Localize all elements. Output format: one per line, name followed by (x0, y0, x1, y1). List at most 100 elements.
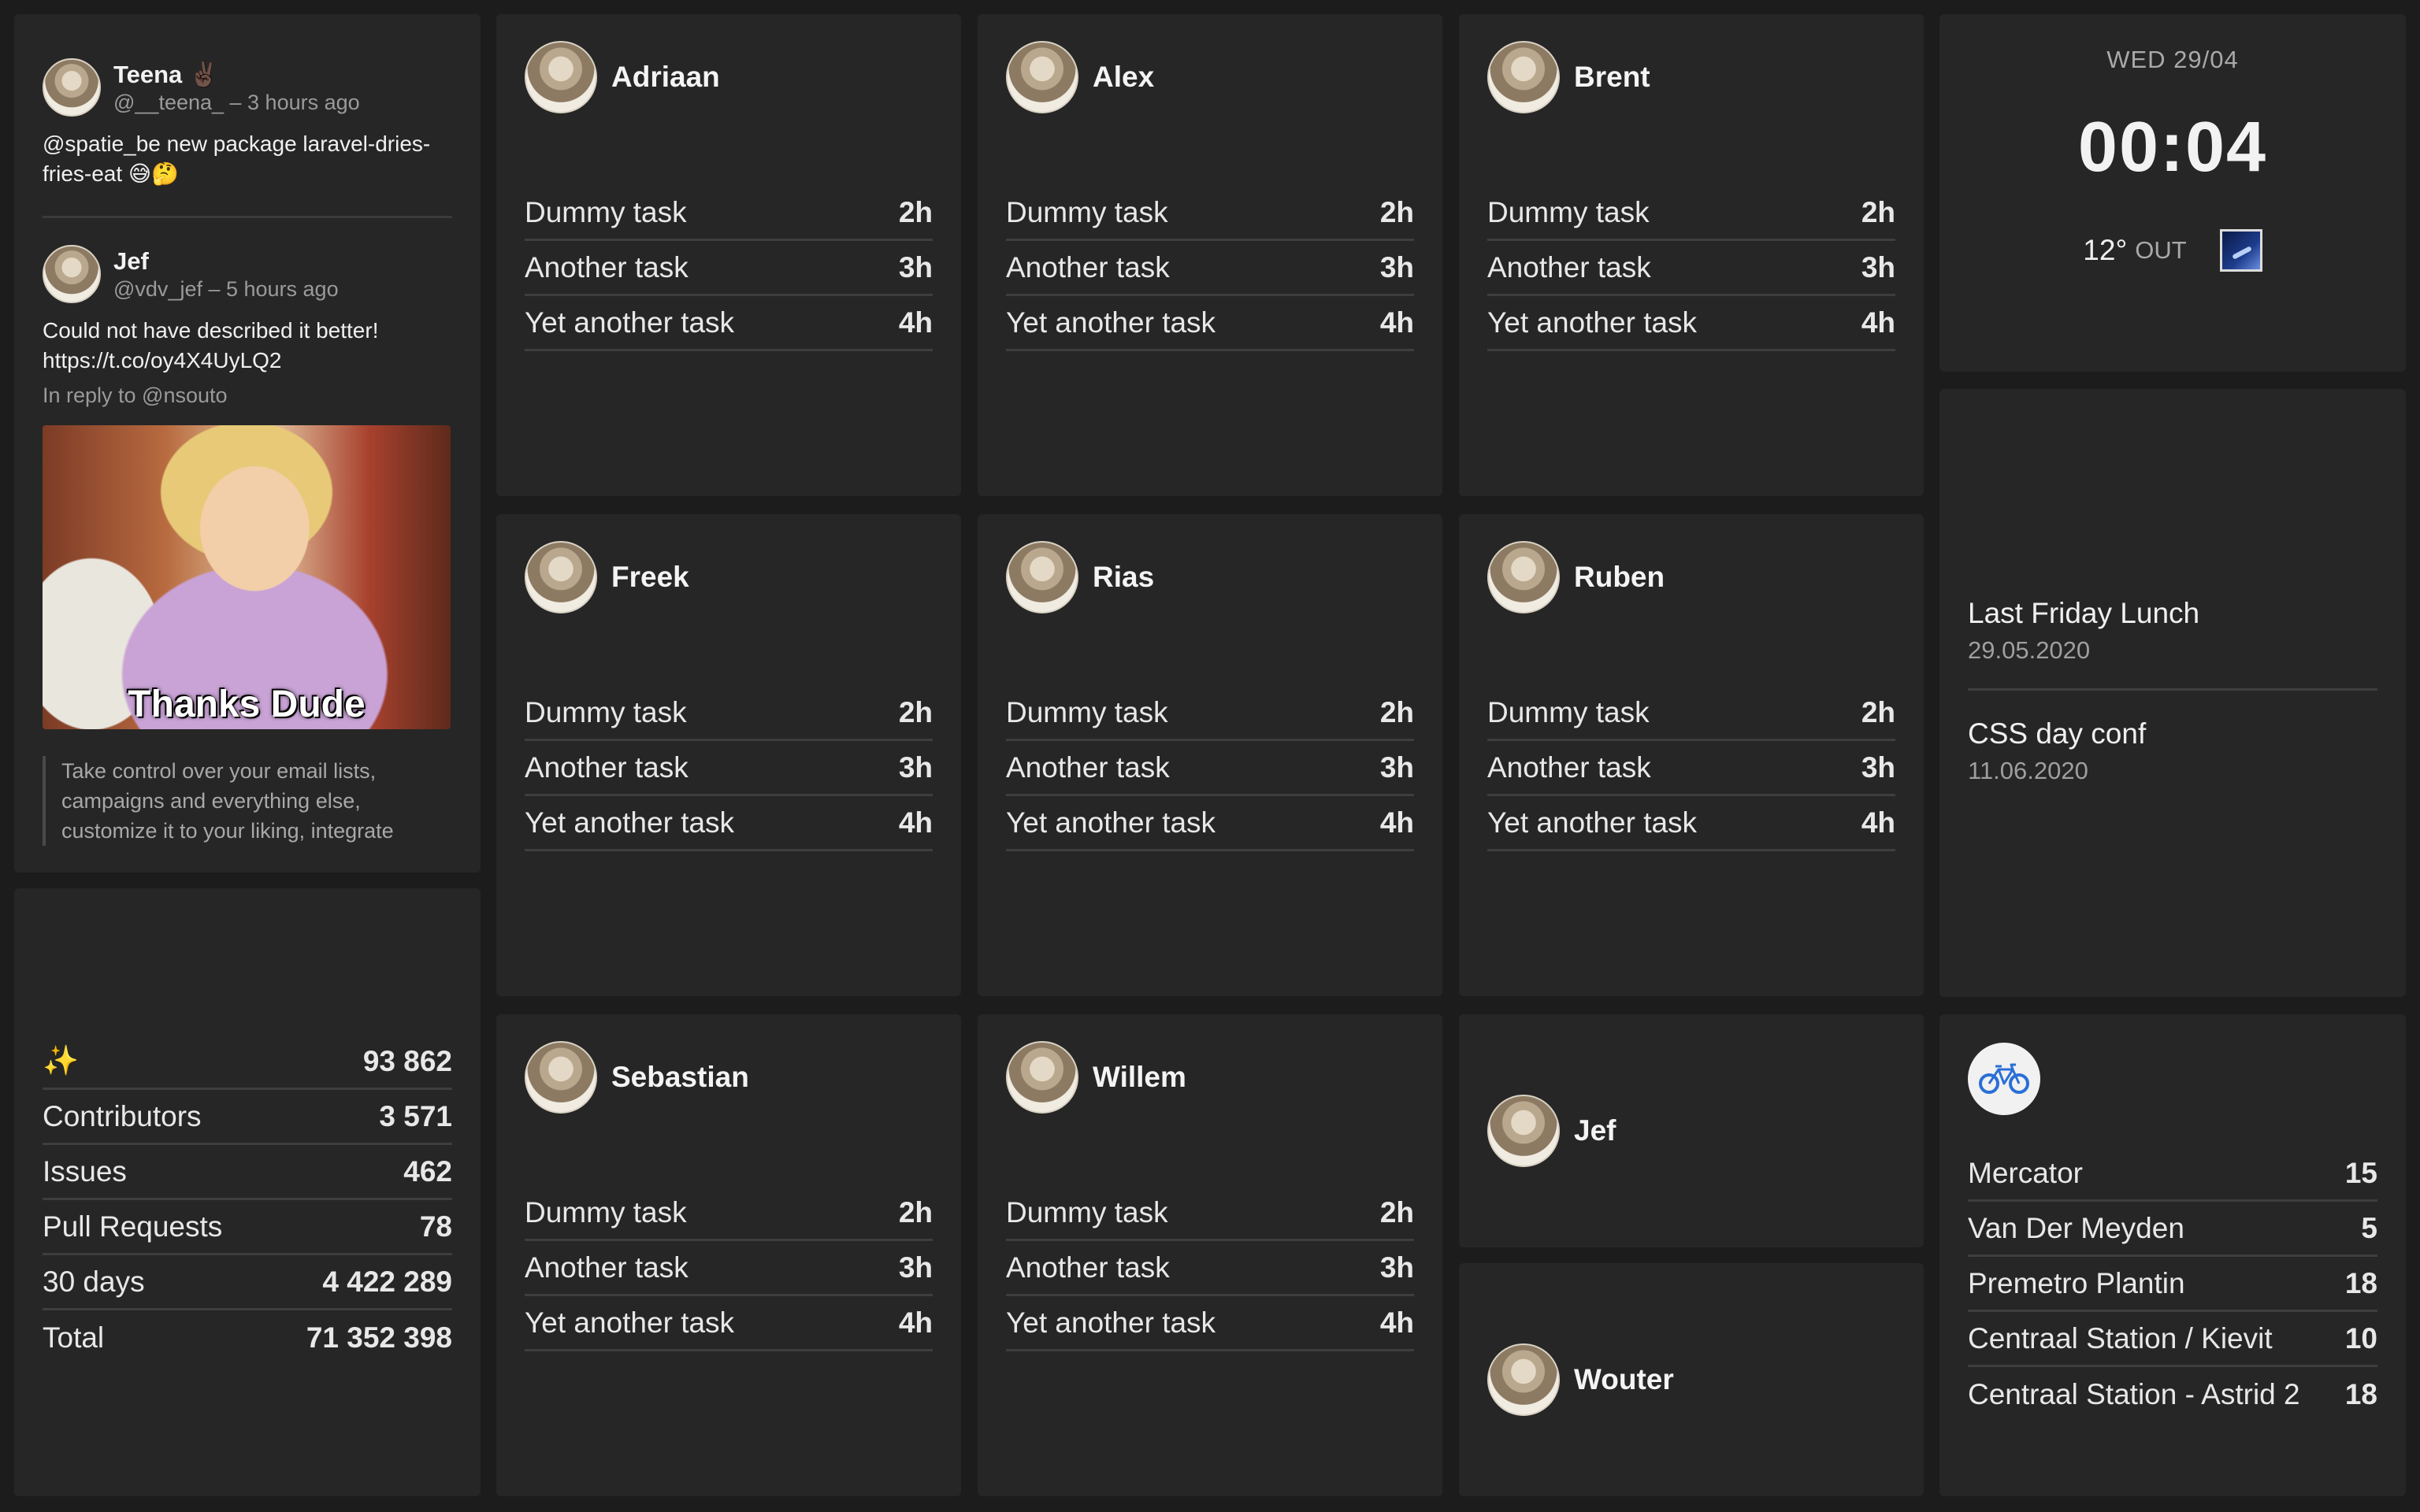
avatar (1487, 1343, 1560, 1416)
task-hours: 2h (898, 695, 933, 728)
stat-value: 3 571 (379, 1099, 452, 1132)
task-tile: Rias Dummy task 2h Another task 3h Yet anothe… (978, 514, 1442, 996)
task-hours: 2h (1861, 695, 1895, 728)
task-list: Dummy task 2h Another task 3h Yet another ta… (1006, 186, 1414, 351)
task-label: Another task (1006, 750, 1170, 784)
clock-tile: WED 29/04 00:04 12° OUT (1939, 14, 2406, 372)
station-row: Mercator 15 (1968, 1147, 2377, 1202)
task-hours: 4h (898, 806, 933, 839)
tweet-gif-image[interactable]: Thanks Dude (43, 425, 451, 729)
tweet-author-name: Teena ✌🏿 (113, 61, 220, 88)
task-row: Another task 3h (1006, 241, 1414, 296)
tweet[interactable]: Teena ✌🏿 @__teena_ – 3 hours ago @spatie… (14, 14, 481, 189)
task-row: Another task 3h (525, 741, 933, 796)
person-name: Adriaan (611, 61, 720, 93)
task-label: Yet another task (1487, 806, 1698, 839)
stat-row-stars: ✨ 93 862 (43, 1035, 452, 1090)
stat-label: Total (43, 1321, 105, 1354)
avatar (43, 245, 101, 303)
event-title: Last Friday Lunch (1968, 597, 2200, 629)
person-name: Willem (1093, 1061, 1186, 1093)
task-hours: 3h (898, 750, 933, 784)
task-list: Dummy task 2h Another task 3h Yet another ta… (1006, 1186, 1414, 1351)
event-title: CSS day conf (1968, 717, 2147, 750)
station-name: Premetro Plantin (1968, 1266, 2185, 1299)
temperature: 12° (2083, 234, 2128, 266)
person-name: Wouter (1574, 1363, 1674, 1395)
task-label: Another task (525, 250, 689, 284)
task-label: Yet another task (525, 806, 735, 839)
avatar (1487, 41, 1560, 113)
task-hours: 4h (1861, 806, 1895, 839)
avatar (1487, 1095, 1560, 1167)
tweet-author-name: Jef (113, 246, 149, 275)
task-label: Another task (1487, 750, 1651, 784)
task-tile: Brent Dummy task 2h Another task 3h Yet anoth… (1459, 14, 1924, 496)
stat-value: 78 (419, 1210, 452, 1243)
calendar-event[interactable]: Last Friday Lunch 29.05.2020 (1968, 597, 2377, 665)
task-tile: Willem Dummy task 2h Another task 3h Yet anot… (978, 1014, 1442, 1496)
divider (1968, 688, 2377, 691)
station-row: Van Der Meyden 5 (1968, 1202, 2377, 1257)
task-row: Dummy task 2h (1487, 186, 1895, 241)
task-hours: 4h (1379, 1306, 1414, 1339)
tweet-meta: @__teena_ – 3 hours ago (113, 91, 360, 114)
twitter-tile: Teena ✌🏿 @__teena_ – 3 hours ago @spatie… (14, 14, 481, 873)
station-name: Van Der Meyden (1968, 1211, 2184, 1244)
tweet[interactable]: Jef @vdv_jef – 5 hours ago Could not hav… (14, 245, 481, 846)
task-row: Yet another task 4h (525, 296, 933, 351)
avatar (1006, 541, 1078, 613)
person-name: Sebastian (611, 1061, 749, 1093)
person-header: Adriaan (525, 41, 933, 113)
task-row: Yet another task 4h (1487, 796, 1895, 851)
task-row: Another task 3h (1487, 241, 1895, 296)
task-row: Another task 3h (525, 241, 933, 296)
divider (43, 216, 452, 218)
time-display: 00:04 (2077, 108, 2268, 187)
task-hours: 3h (1379, 250, 1414, 284)
task-tile: Adriaan Dummy task 2h Another task 3h Yet ano… (496, 14, 961, 496)
tweet-reply-to[interactable]: In reply to @nsouto (43, 384, 452, 408)
presence-tile-jef: Jef (1459, 1014, 1924, 1247)
task-hours: 3h (1861, 750, 1895, 784)
task-row: Another task 3h (1006, 741, 1414, 796)
task-label: Yet another task (525, 1306, 735, 1339)
task-label: Another task (525, 750, 689, 784)
stat-value: 4 422 289 (322, 1265, 452, 1298)
stat-row: Total 71 352 398 (43, 1310, 452, 1366)
task-hours: 3h (1379, 1251, 1414, 1284)
task-row: Another task 3h (525, 1241, 933, 1296)
avatar (525, 1041, 597, 1114)
task-tile: Freek Dummy task 2h Another task 3h Yet anoth… (496, 514, 961, 996)
event-date: 11.06.2020 (1968, 757, 2088, 784)
task-hours: 4h (898, 306, 933, 339)
task-hours: 4h (1379, 806, 1414, 839)
task-label: Dummy task (1006, 695, 1168, 728)
calendar-event[interactable]: CSS day conf 11.06.2020 (1968, 717, 2377, 785)
task-row: Yet another task 4h (1487, 296, 1895, 351)
person-header: Brent (1487, 41, 1895, 113)
temperature-label: OUT (2135, 236, 2187, 264)
person-name: Alex (1093, 61, 1155, 93)
task-label: Dummy task (525, 195, 687, 228)
station-row: Premetro Plantin 18 (1968, 1257, 2377, 1312)
date-label: WED 29/04 (2106, 46, 2239, 73)
task-hours: 2h (898, 1195, 933, 1228)
tweet-text: Could not have described it better! http… (43, 318, 379, 372)
station-bikes: 18 (2344, 1266, 2377, 1299)
station-name: Centraal Station / Kievit (1968, 1321, 2273, 1354)
task-row: Dummy task 2h (1006, 1186, 1414, 1241)
calendar-events: Last Friday Lunch 29.05.2020 CSS day con… (1939, 597, 2406, 785)
task-label: Yet another task (525, 306, 735, 339)
event-date: 29.05.2020 (1968, 636, 2091, 664)
task-row: Another task 3h (1487, 741, 1895, 796)
person-header: Ruben (1487, 541, 1895, 613)
stat-row: 30 days 4 422 289 (43, 1255, 452, 1310)
task-tile: Alex Dummy task 2h Another task 3h Yet anothe… (978, 14, 1442, 496)
task-hours: 3h (1379, 750, 1414, 784)
task-label: Yet another task (1006, 306, 1216, 339)
stat-value: 462 (403, 1154, 452, 1188)
station-bikes: 15 (2344, 1156, 2377, 1189)
task-hours: 2h (1379, 695, 1414, 728)
task-tile: Sebastian Dummy task 2h Another task 3h Yet a… (496, 1014, 961, 1496)
